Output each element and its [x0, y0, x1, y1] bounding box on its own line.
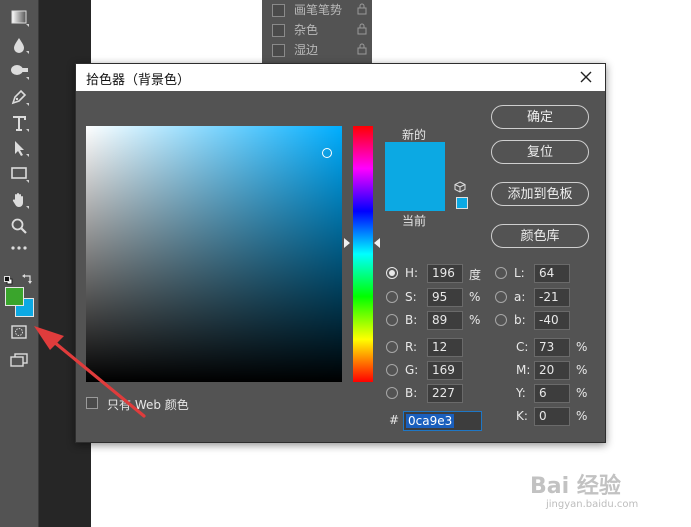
lock-icon[interactable] [356, 23, 368, 35]
new-color-label: 新的 [402, 128, 427, 142]
lab-l-radio[interactable] [495, 267, 507, 279]
setting-label: 湿边 [294, 43, 319, 57]
baidu-watermark-logo: Bai 经验 [530, 474, 621, 499]
red-label: R: [405, 340, 418, 354]
brush-settings-panel: 画笔笔势 杂色 湿边 [262, 0, 372, 64]
brightness-radio[interactable] [386, 314, 398, 326]
color-libraries-button[interactable]: 颜色库 [491, 224, 589, 248]
hand-tool-icon[interactable] [7, 189, 31, 211]
blue-radio[interactable] [386, 387, 398, 399]
pen-tool-icon[interactable] [7, 86, 31, 108]
cyan-label: C: [516, 340, 529, 354]
lab-l-input[interactable]: 64 [534, 264, 570, 283]
new-color-swatch [385, 142, 445, 177]
hex-label: # [389, 413, 400, 427]
lab-b-input[interactable]: -40 [534, 311, 570, 330]
checkbox[interactable] [272, 4, 285, 17]
lab-a-input[interactable]: -21 [534, 288, 570, 307]
magenta-input[interactable]: 20 [534, 361, 570, 380]
hue-slider-handle-right[interactable] [374, 238, 380, 248]
type-tool-icon[interactable] [7, 112, 31, 134]
hue-input[interactable]: 196 [427, 264, 463, 283]
lab-b-label: b: [514, 313, 526, 327]
setting-row-wet-edges[interactable]: 湿边 [272, 40, 368, 60]
blue-label: B: [405, 386, 418, 400]
magenta-label: M: [516, 363, 531, 377]
close-icon [580, 71, 592, 83]
brightness-unit: % [469, 313, 481, 327]
saturation-label: S: [405, 290, 417, 304]
blur-tool-icon[interactable] [7, 34, 31, 56]
cyan-unit: % [576, 340, 588, 354]
hex-input[interactable]: 0ca9e3 [403, 411, 482, 431]
out-of-gamut-cube-icon[interactable] [454, 181, 466, 193]
checkbox[interactable] [272, 24, 285, 37]
annotation-arrow [34, 326, 146, 418]
more-tools-icon[interactable] [7, 242, 31, 264]
setting-label: 画笔笔势 [294, 3, 343, 17]
yellow-label: Y: [516, 386, 526, 400]
setting-label: 杂色 [294, 23, 319, 37]
brightness-input[interactable]: 89 [427, 311, 463, 330]
color-picker-dialog: 拾色器（背景色） 新的 当前 确定 复位 添加到色板 颜色库 H: 196 度 … [75, 63, 606, 443]
reset-button[interactable]: 复位 [491, 140, 589, 164]
gradient-tool-icon[interactable] [7, 7, 31, 29]
black-unit: % [576, 409, 588, 423]
black-label: K: [516, 409, 528, 423]
magenta-unit: % [576, 363, 588, 377]
lab-b-radio[interactable] [495, 314, 507, 326]
dialog-titlebar[interactable]: 拾色器（背景色） [76, 64, 605, 91]
green-label: G: [405, 363, 419, 377]
ok-button[interactable]: 确定 [491, 105, 589, 129]
saturation-radio[interactable] [386, 291, 398, 303]
swap-colors-icon[interactable] [22, 269, 33, 284]
dialog-title: 拾色器（背景色） [86, 73, 191, 88]
path-selection-tool-icon[interactable] [7, 137, 31, 159]
setting-row-brush-pose[interactable]: 画笔笔势 [272, 0, 368, 20]
rectangle-tool-icon[interactable] [7, 163, 31, 185]
hue-radio[interactable] [386, 267, 398, 279]
tools-panel [0, 0, 39, 527]
checkbox[interactable] [272, 44, 285, 57]
dodge-tool-icon[interactable] [7, 60, 31, 82]
current-color-swatch[interactable] [385, 177, 445, 211]
lab-l-label: L: [514, 266, 525, 280]
setting-row-noise[interactable]: 杂色 [272, 20, 368, 40]
saturation-input[interactable]: 95 [427, 288, 463, 307]
green-radio[interactable] [386, 364, 398, 376]
yellow-input[interactable]: 6 [534, 384, 570, 403]
blue-input[interactable]: 227 [427, 384, 463, 403]
yellow-unit: % [576, 386, 588, 400]
add-to-swatches-button[interactable]: 添加到色板 [491, 182, 589, 206]
lock-icon[interactable] [356, 43, 368, 55]
color-field-marker[interactable] [322, 148, 332, 158]
hue-unit: 度 [469, 268, 482, 282]
baidu-watermark-url: jingyan.baidu.com [546, 499, 639, 510]
lab-a-radio[interactable] [495, 291, 507, 303]
current-color-label: 当前 [402, 214, 427, 228]
lock-icon[interactable] [356, 3, 368, 15]
default-colors-icon[interactable] [4, 270, 13, 285]
hue-label: H: [405, 266, 419, 280]
brightness-label: B: [405, 313, 418, 327]
red-input[interactable]: 12 [427, 338, 463, 357]
close-button[interactable] [575, 66, 597, 88]
hue-slider-handle-left[interactable] [344, 238, 350, 248]
hex-value-selected: 0ca9e3 [406, 414, 455, 428]
black-input[interactable]: 0 [534, 407, 570, 426]
websafe-color-swatch[interactable] [456, 197, 468, 209]
hue-slider[interactable] [353, 126, 373, 382]
lab-a-label: a: [514, 290, 526, 304]
zoom-tool-icon[interactable] [7, 215, 31, 237]
green-input[interactable]: 169 [427, 361, 463, 380]
saturation-unit: % [469, 290, 481, 304]
foreground-color-swatch[interactable] [5, 287, 24, 306]
red-radio[interactable] [386, 341, 398, 353]
cyan-input[interactable]: 73 [534, 338, 570, 357]
